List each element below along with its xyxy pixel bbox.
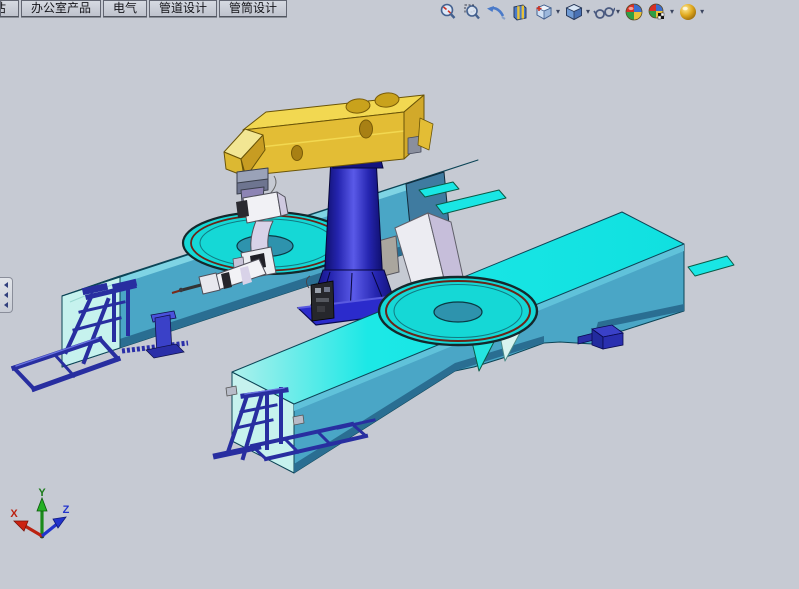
tab-evaluate-partial[interactable]: 估 bbox=[0, 0, 19, 17]
triad-z-label: Z bbox=[63, 504, 70, 516]
tab-piping-design[interactable]: 管道设计 bbox=[149, 0, 217, 17]
edit-appearance-icon[interactable] bbox=[623, 1, 645, 23]
tab-tubing-design[interactable]: 管筒设计 bbox=[219, 0, 287, 17]
section-view-icon[interactable] bbox=[509, 1, 531, 23]
view-orientation-dropdown[interactable]: ▾ bbox=[556, 1, 560, 23]
solidworks-window: { "app": { "name": "SolidWorks graphics … bbox=[0, 0, 799, 589]
zoom-to-fit-icon[interactable] bbox=[437, 1, 459, 23]
view-settings-dropdown[interactable]: ▾ bbox=[700, 1, 704, 23]
display-style-icon[interactable] bbox=[563, 1, 585, 23]
command-manager-tabs: 估 办公室产品 电气 管道设计 管筒设计 bbox=[0, 0, 289, 17]
display-style-dropdown[interactable]: ▾ bbox=[586, 1, 590, 23]
zoom-to-area-icon[interactable] bbox=[461, 1, 483, 23]
previous-view-icon[interactable] bbox=[485, 1, 507, 23]
hide-show-items-icon[interactable] bbox=[593, 1, 615, 23]
apply-scene-icon[interactable] bbox=[647, 1, 669, 23]
collapse-arrow-icon bbox=[4, 282, 8, 288]
view-settings-icon[interactable] bbox=[677, 1, 699, 23]
collapse-arrow-icon bbox=[4, 302, 8, 308]
triad-y-label: Y bbox=[38, 487, 46, 499]
hide-show-items-dropdown[interactable]: ▾ bbox=[616, 1, 620, 23]
graphics-viewport[interactable]: Y X Z bbox=[0, 0, 799, 589]
view-orientation-icon[interactable] bbox=[533, 1, 555, 23]
heads-up-view-toolbar: ▾ ▾ ▾ ▾ ▾ bbox=[436, 1, 706, 23]
feature-panel-collapsed-toggle[interactable] bbox=[0, 277, 13, 313]
triad-x-label: X bbox=[10, 508, 18, 520]
orientation-triad: Y X Z bbox=[10, 487, 69, 538]
tab-electrical[interactable]: 电气 bbox=[103, 0, 147, 17]
tab-office-products[interactable]: 办公室产品 bbox=[21, 0, 101, 17]
front-ring[interactable] bbox=[379, 277, 537, 345]
collapse-arrow-icon bbox=[4, 292, 8, 298]
apply-scene-dropdown[interactable]: ▾ bbox=[670, 1, 674, 23]
